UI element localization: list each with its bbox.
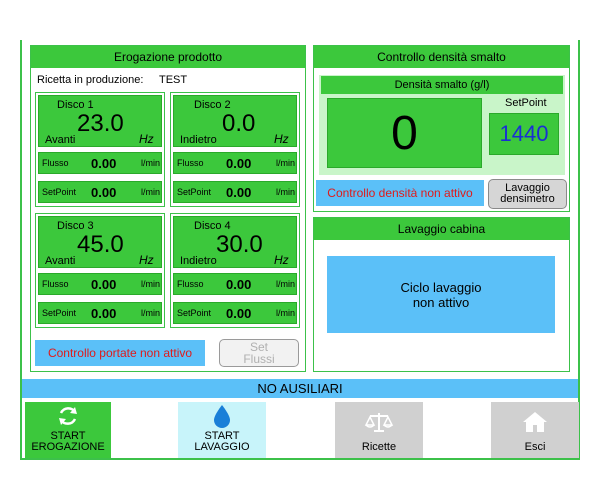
densita-setpoint-label: SetPoint (505, 97, 547, 109)
ricetta-label: Ricetta in produzione: (37, 74, 144, 86)
disco-4-flusso-value: 0.00 (226, 277, 252, 292)
disco-2-flusso-value: 0.00 (226, 156, 252, 171)
densita-setpoint-box: 1440 (489, 113, 559, 155)
erogazione-title: Erogazione prodotto (31, 46, 305, 68)
esci-button[interactable]: Esci (491, 402, 579, 458)
disco-1-flusso-row: Flusso 0.00 l/min (38, 152, 162, 174)
densita-inner: Densità smalto (g/l) 0 SetPoint 1440 (319, 75, 565, 175)
cabina-panel: Lavaggio cabina Ciclo lavaggio non attiv… (313, 217, 570, 372)
disco-4-setpoint-value: 0.00 (226, 306, 252, 321)
densita-subtitle: Densità smalto (g/l) (321, 76, 563, 94)
start-lavaggio-button[interactable]: START LAVAGGIO (178, 402, 266, 458)
ricette-button[interactable]: Ricette (335, 402, 423, 458)
disco-3-value: 45.0 (77, 231, 124, 258)
disco-1-value: 23.0 (77, 110, 124, 137)
water-drop-icon (214, 405, 230, 428)
disco-1-value-box: Disco 1 23.0 Avanti Hz (38, 95, 162, 147)
disco-3-unit: Hz (139, 253, 154, 267)
start-lavaggio-label-2: LAVAGGIO (194, 441, 250, 453)
esci-label: Esci (524, 441, 546, 453)
densita-status: Controllo densità non attivo (316, 180, 484, 206)
disco-2-flusso-label: Flusso (177, 158, 204, 168)
start-erogazione-label-2: EROGAZIONE (31, 441, 105, 453)
disco-4-flusso-row: Flusso 0.00 l/min (173, 273, 297, 295)
disco-1-unit: Hz (139, 132, 154, 146)
disco-3-setpoint-value: 0.00 (91, 306, 117, 321)
disco-3-setpoint-unit: l/min (141, 308, 161, 318)
cabina-status-line2: non attivo (412, 294, 470, 310)
disco-1-setpoint-value: 0.00 (91, 185, 117, 200)
outer-right-line (578, 40, 580, 460)
disco-2-value: 0.0 (222, 110, 256, 137)
disco-4-value-box: Disco 4 30.0 Indietro Hz (173, 216, 297, 268)
disco-3-box: Disco 3 45.0 Avanti Hz Flusso 0.00 l/min… (35, 213, 165, 328)
disco-3-flusso-label: Flusso (42, 279, 69, 289)
outer-bottom-line (20, 458, 580, 460)
densita-setpoint-value: 1440 (499, 121, 549, 146)
disco-1-setpoint-label: SetPoint (42, 187, 77, 197)
disco-4-unit: Hz (274, 253, 289, 267)
cabina-title: Lavaggio cabina (314, 218, 569, 240)
set-flussi-button[interactable]: Set Flussi (219, 339, 299, 367)
disco-2-setpoint-label: SetPoint (177, 187, 212, 197)
disco-4-value: 30.0 (216, 231, 263, 258)
disco-2-setpoint-value: 0.00 (226, 185, 252, 200)
refresh-icon (59, 407, 77, 425)
disco-2-direction: Indietro (180, 134, 217, 146)
scales-icon (364, 413, 394, 432)
disco-3-setpoint-label: SetPoint (42, 308, 77, 318)
disco-2-setpoint-unit: l/min (276, 187, 296, 197)
disco-3-value-box: Disco 3 45.0 Avanti Hz (38, 216, 162, 268)
densita-title: Controllo densità smalto (314, 46, 569, 68)
disco-4-setpoint-unit: l/min (276, 308, 296, 318)
start-erogazione-button[interactable]: START EROGAZIONE (25, 402, 111, 458)
portate-status: Controllo portate non attivo (35, 340, 205, 366)
disco-4-setpoint-row: SetPoint 0.00 l/min (173, 302, 297, 324)
ricetta-value: TEST (159, 74, 188, 86)
ricette-label: Ricette (361, 441, 397, 453)
densita-value-box: 0 (327, 98, 482, 168)
disco-1-setpoint-row: SetPoint 0.00 l/min (38, 181, 162, 203)
disco-2-box: Disco 2 0.0 Indietro Hz Flusso 0.00 l/mi… (170, 92, 300, 207)
disco-1-setpoint-unit: l/min (141, 187, 161, 197)
disco-2-setpoint-row: SetPoint 0.00 l/min (173, 181, 297, 203)
disco-2-flusso-row: Flusso 0.00 l/min (173, 152, 297, 174)
disco-4-flusso-unit: l/min (276, 279, 296, 289)
lavaggio-densimetro-button[interactable]: Lavaggio densimetro (488, 179, 567, 209)
disco-3-direction: Avanti (45, 255, 76, 267)
cabina-status: Ciclo lavaggio non attivo (327, 256, 555, 333)
disco-4-flusso-label: Flusso (177, 279, 204, 289)
disco-3-flusso-row: Flusso 0.00 l/min (38, 273, 162, 295)
disco-3-flusso-unit: l/min (141, 279, 161, 289)
cabina-status-line1: Ciclo lavaggio (400, 279, 482, 295)
disco-2-value-box: Disco 2 0.0 Indietro Hz (173, 95, 297, 147)
disco-1-box: Disco 1 23.0 Avanti Hz Flusso 0.00 l/min… (35, 92, 165, 207)
densita-value: 0 (391, 106, 418, 160)
disco-4-setpoint-label: SetPoint (177, 308, 212, 318)
disco-1-direction: Avanti (45, 134, 76, 146)
disco-2-flusso-unit: l/min (276, 158, 296, 168)
disco-3-setpoint-row: SetPoint 0.00 l/min (38, 302, 162, 324)
no-ausiliari-banner: NO AUSILIARI (22, 379, 578, 398)
disco-3-flusso-value: 0.00 (91, 277, 117, 292)
disco-1-flusso-value: 0.00 (91, 156, 117, 171)
home-icon (523, 412, 547, 432)
disco-1-flusso-label: Flusso (42, 158, 69, 168)
disco-4-box: Disco 4 30.0 Indietro Hz Flusso 0.00 l/m… (170, 213, 300, 328)
disco-4-direction: Indietro (180, 255, 217, 267)
disco-2-unit: Hz (274, 132, 289, 146)
disco-1-flusso-unit: l/min (141, 158, 161, 168)
